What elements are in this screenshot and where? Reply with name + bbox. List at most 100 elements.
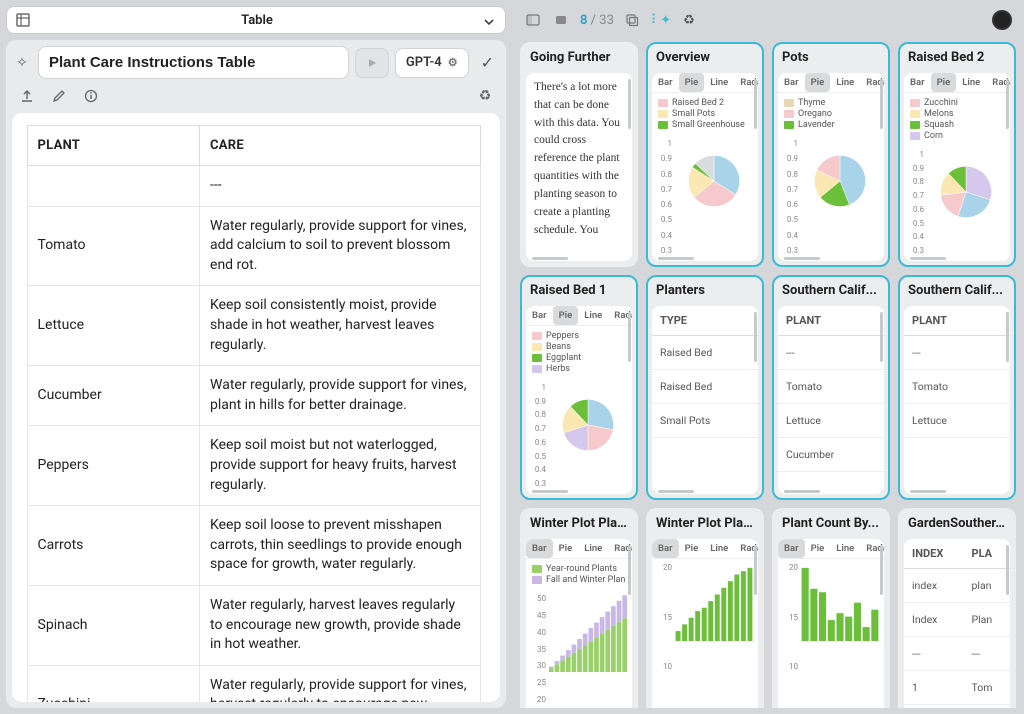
tile[interactable]: Plant Count By...BarPieLineRadar2015105 [772, 508, 890, 708]
info-icon[interactable] [82, 87, 100, 105]
mini-table-row[interactable]: Raised Bed [652, 336, 758, 370]
scrollbar-vertical[interactable] [1006, 312, 1009, 362]
chart-tab-line[interactable]: Line [704, 73, 734, 92]
chart-tab-pie[interactable]: Pie [679, 73, 705, 92]
tile[interactable]: Winter Plot Pla...BarPieLineRadar2015105 [646, 508, 764, 708]
mini-table-row[interactable]: Cucumber [778, 438, 884, 472]
chart-tab-line[interactable]: Line [956, 73, 986, 92]
table-row[interactable]: TomatoWater regularly, provide support f… [27, 206, 481, 286]
scrollbar-horizontal[interactable] [910, 490, 946, 493]
tile[interactable]: Raised Bed 1BarPieLineRadarPeppersBeansE… [520, 275, 638, 500]
tile[interactable]: PotsBarPieLineRadarThymeOreganoLavender1… [772, 42, 890, 267]
copy-icon[interactable] [624, 11, 642, 29]
tile[interactable]: PlantersTYPERaised BedRaised BedSmall Po… [646, 275, 764, 500]
tile[interactable]: GardenSouther...INDEXPLAindexplanIndexPl… [898, 508, 1016, 708]
scrollbar-vertical[interactable] [628, 79, 631, 129]
mini-table-row[interactable]: Small Pots [652, 404, 758, 438]
mini-table-row[interactable]: Raised Bed [652, 370, 758, 404]
mini-table-row[interactable]: Tomato [904, 370, 1010, 404]
mini-table-row[interactable]: --- [778, 336, 884, 370]
chart-tab-pie[interactable]: Pie [553, 539, 579, 558]
chart-tab-line[interactable]: Line [704, 539, 734, 558]
mini-table-row[interactable]: ------ [904, 637, 1010, 671]
chart-tab-bar[interactable]: Bar [652, 539, 679, 558]
panel-collapse-icon[interactable] [524, 11, 542, 29]
mini-table-row[interactable]: Tomato [778, 370, 884, 404]
chart-tab-bar[interactable]: Bar [652, 73, 679, 92]
tile-text: There's a lot more that can be done with… [526, 73, 632, 245]
list-sparkle-icon[interactable]: ⠇✦ [652, 11, 670, 29]
scrollbar-horizontal[interactable] [658, 257, 694, 260]
y-axis: 2015105 [780, 561, 798, 708]
card-icon[interactable] [552, 11, 570, 29]
document-title-input[interactable] [38, 46, 349, 79]
scrollbar-vertical[interactable] [754, 312, 757, 362]
model-selector[interactable]: GPT-4 ⚙ [395, 48, 469, 78]
scrollbar-horizontal[interactable] [658, 490, 694, 493]
mini-table-row[interactable]: IndexPlan [904, 603, 1010, 637]
scrollbar-vertical[interactable] [1006, 545, 1009, 595]
chart-tab-bar[interactable]: Bar [904, 73, 931, 92]
record-button[interactable] [992, 10, 1012, 30]
chart-tab-bar[interactable]: Bar [778, 539, 805, 558]
table-row[interactable]: LettuceKeep soil consistently moist, pro… [27, 286, 481, 366]
chart-tab-line[interactable]: Line [578, 306, 608, 325]
table-row[interactable]: CucumberWater regularly, provide support… [27, 366, 481, 426]
legend-swatch [532, 354, 542, 362]
chart-tab-bar[interactable]: Bar [526, 306, 553, 325]
scrollbar-vertical[interactable] [628, 312, 631, 362]
scrollbar-horizontal[interactable] [784, 257, 820, 260]
scrollbar-horizontal[interactable] [532, 257, 568, 260]
tile[interactable]: OverviewBarPieLineRadarRaised Bed 2Small… [646, 42, 764, 267]
chart-tab-pie[interactable]: Pie [805, 73, 831, 92]
scrollbar-vertical[interactable] [880, 312, 883, 362]
table-row[interactable]: PeppersKeep soil moist but not waterlogg… [27, 426, 481, 506]
table-row[interactable]: CarrotsKeep soil loose to prevent missha… [27, 506, 481, 586]
chart-tab-pie[interactable]: Pie [679, 539, 705, 558]
mini-table-row[interactable]: Lettuce [778, 404, 884, 438]
y-axis: 10.90.80.70.60.50.40.3 [780, 137, 798, 257]
scrollbar-horizontal[interactable] [784, 490, 820, 493]
scrollbar-vertical[interactable] [880, 79, 883, 129]
scrollbar-vertical[interactable] [754, 79, 757, 129]
tile[interactable]: Southern Calif...PLANT---TomatoLettuceCu… [772, 275, 890, 500]
chart-tab-pie[interactable]: Pie [553, 306, 579, 325]
tile[interactable]: Southern Calif...PLANT---TomatoLettuce [898, 275, 1016, 500]
table-row[interactable]: SpinachWater regularly, harvest leaves r… [27, 585, 481, 665]
tile[interactable]: Going FurtherThere's a lot more that can… [520, 42, 638, 267]
scrollbar-horizontal[interactable] [532, 490, 568, 493]
edit-icon[interactable] [50, 87, 68, 105]
chart-tab-line[interactable]: Line [830, 73, 860, 92]
chart-tab-bar[interactable]: Bar [526, 539, 553, 558]
chart-tab-pie[interactable]: Pie [931, 73, 957, 92]
tile-title: Planters [646, 275, 764, 306]
scrollbar-vertical[interactable] [628, 545, 631, 595]
table-row[interactable]: --- [27, 166, 481, 207]
scrollbar-vertical[interactable] [754, 545, 757, 595]
mini-table-row[interactable]: Lettuce [904, 404, 1010, 438]
chart-tabs: BarPieLineRadar [652, 539, 758, 559]
mini-table-row[interactable]: --- [904, 336, 1010, 370]
chart-tab-line[interactable]: Line [830, 539, 860, 558]
chart-tab-bar[interactable]: Bar [778, 73, 805, 92]
chart-tabs: BarPieLineRadar [778, 539, 884, 559]
mini-table-row[interactable]: 1Tom [904, 671, 1010, 705]
mini-table-row[interactable]: indexplan [904, 569, 1010, 603]
tile-body: BarPieLineRadar2015105 [652, 539, 758, 708]
export-icon[interactable] [18, 87, 36, 105]
scrollbar-vertical[interactable] [880, 545, 883, 595]
recycle-icon[interactable]: ♻ [476, 87, 494, 105]
tile[interactable]: Raised Bed 2BarPieLineRadarZucchiniMelon… [898, 42, 1016, 267]
tile[interactable]: Winter Plot Pla...BarPieLineRadarYear-ro… [520, 508, 638, 708]
scrollbar-horizontal[interactable] [910, 257, 946, 260]
run-button[interactable] [355, 48, 389, 78]
chart-legend: Year-round PlantsFall and Winter Plan [526, 559, 632, 590]
recycle-icon[interactable]: ♻ [680, 11, 698, 29]
cell-care: --- [200, 166, 481, 207]
chart-tab-line[interactable]: Line [578, 539, 608, 558]
scrollbar-vertical[interactable] [1006, 79, 1009, 129]
chart-tab-pie[interactable]: Pie [805, 539, 831, 558]
table-row[interactable]: ZucchiniWater regularly, provide support… [27, 665, 481, 702]
view-selector[interactable]: Table [6, 6, 506, 34]
confirm-check-icon[interactable]: ✓ [475, 53, 500, 72]
